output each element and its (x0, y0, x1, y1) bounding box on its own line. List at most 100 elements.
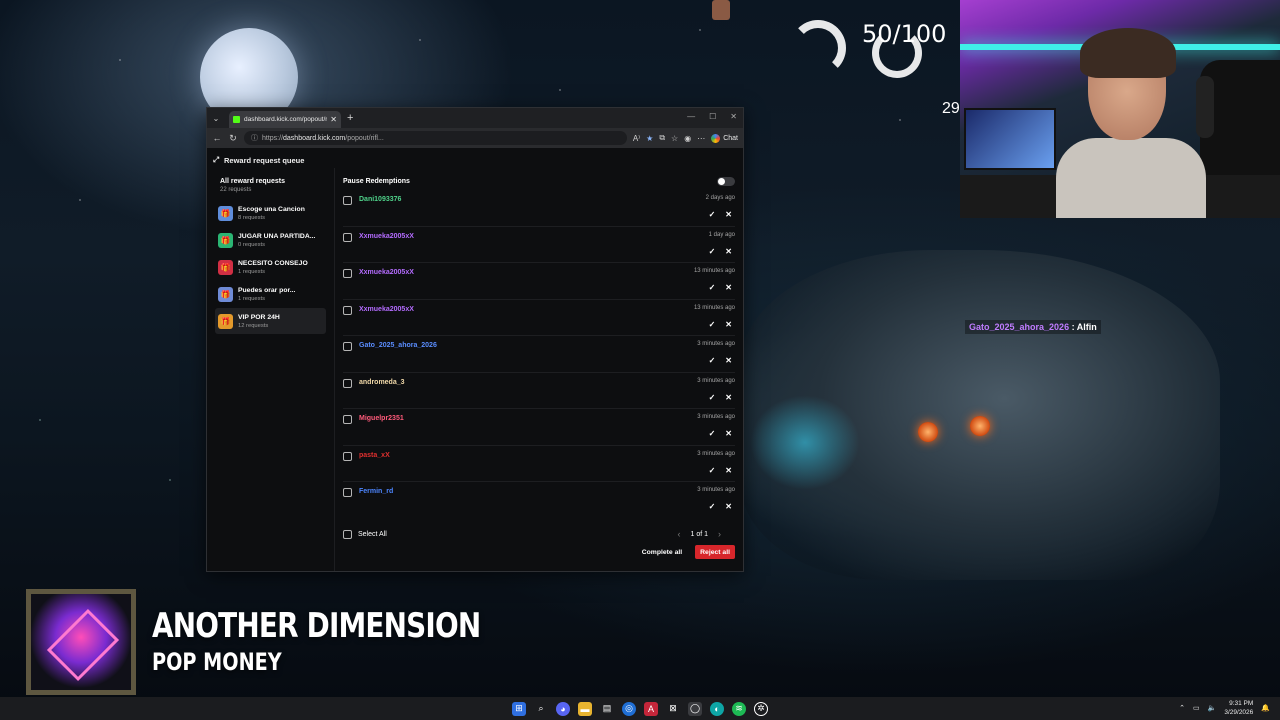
select-all-label: Select All (358, 531, 387, 538)
browser-tab-title: dashboard.kick.com/popout/rifle... (244, 116, 328, 123)
copilot-chat-label: Chat (723, 134, 738, 142)
request-username[interactable]: Gato_2025_ahora_2026 (359, 342, 437, 349)
sidebar-item-necesito-consejo[interactable]: 🎁 NECESITO CONSEJO 1 requests (215, 254, 326, 280)
close-window-icon[interactable]: ✕ (730, 112, 737, 121)
request-checkbox[interactable] (343, 378, 352, 388)
browser-tab[interactable]: dashboard.kick.com/popout/rifle... ✕ (229, 111, 341, 128)
elgato-icon[interactable]: ▤ (600, 702, 614, 716)
request-username[interactable]: pasta_xX (359, 452, 390, 459)
capture-icon[interactable]: ⊠ (666, 702, 680, 716)
request-checkbox[interactable] (343, 196, 352, 205)
tab-list-dropdown-icon[interactable]: ⌄ (207, 114, 225, 123)
approve-check-icon[interactable]: ✓ (709, 429, 716, 438)
edge-icon[interactable]: ◐ (710, 701, 724, 716)
reload-icon[interactable]: ↻ (228, 133, 238, 144)
approve-check-icon[interactable]: ✓ (709, 210, 716, 219)
tab-close-icon[interactable]: ✕ (330, 115, 337, 124)
search-icon[interactable]: ⌕ (534, 702, 548, 716)
site-info-icon[interactable]: ⓘ (251, 133, 258, 143)
obs-icon[interactable]: ◎ (622, 701, 636, 716)
select-all-checkbox[interactable] (343, 530, 352, 539)
sidebar-item-escoge-cancion[interactable]: 🎁 Escoge una Cancion 8 requests (215, 200, 326, 226)
copilot-chat-button[interactable]: Chat (711, 133, 738, 143)
reject-x-icon[interactable]: ✕ (725, 393, 732, 402)
url-host: dashboard.kick.com (283, 134, 346, 142)
prev-page-icon[interactable]: ‹ (677, 529, 680, 539)
taskbar: ⊞ ⌕ ◕ ▬ ▤ ◎ A ⊠ ◯ ◐ ≋ ✲ ⌃ ▭ 🔈 9:31 PM 3/… (0, 697, 1280, 720)
windows-start-icon[interactable]: ⊞ (512, 701, 526, 716)
request-username[interactable]: Xxmueka2005xX (359, 306, 414, 313)
reward-gift-icon: 🎁 (218, 259, 233, 275)
read-aloud-icon[interactable]: A⁾ (633, 134, 640, 143)
request-username[interactable]: Xxmueka2005xX (359, 269, 414, 276)
discord-icon[interactable]: ◕ (556, 701, 570, 716)
sidebar-item-vip-24h[interactable]: 🎁 VIP POR 24H 12 requests (215, 308, 326, 334)
chatgpt-icon[interactable]: ✲ (754, 701, 768, 716)
approve-check-icon[interactable]: ✓ (709, 320, 716, 329)
now-playing-artist: POP MONEY (152, 648, 282, 676)
file-explorer-icon[interactable]: ▬ (578, 701, 592, 716)
sidebar-item-jugar-partida[interactable]: 🎁 JUGAR UNA PARTIDA... 0 requests (215, 227, 326, 253)
request-username[interactable]: Dani1093376 (359, 196, 401, 203)
sidebar-item-label: VIP POR 24H (238, 313, 280, 321)
minimize-icon[interactable]: — (687, 112, 695, 121)
reject-x-icon[interactable]: ✕ (725, 283, 732, 292)
request-username[interactable]: Miguelpr2351 (359, 415, 404, 422)
request-username[interactable]: andromeda_3 (359, 379, 405, 386)
back-icon[interactable]: ← (212, 133, 222, 143)
reject-x-icon[interactable]: ✕ (725, 320, 732, 329)
sidebar-all-requests[interactable]: All reward requests 22 requests (215, 172, 326, 193)
reject-x-icon[interactable]: ✕ (725, 356, 732, 365)
request-checkbox[interactable] (343, 415, 352, 424)
maximize-icon[interactable]: ☐ (709, 112, 716, 121)
request-time: 2 days ago (705, 195, 735, 201)
reject-x-icon[interactable]: ✕ (725, 466, 732, 475)
webcam-person-body (1056, 138, 1206, 218)
reject-all-button[interactable]: Reject all (695, 545, 735, 559)
request-username[interactable]: Fermin_rd (359, 488, 393, 495)
approve-check-icon[interactable]: ✓ (709, 466, 716, 475)
approve-check-icon[interactable]: ✓ (709, 247, 716, 256)
request-checkbox[interactable] (343, 269, 352, 278)
album-art-image (31, 594, 131, 690)
approve-check-icon[interactable]: ✓ (709, 393, 716, 402)
sidebar-item-label: NECESITO CONSEJO (238, 259, 308, 267)
tray-chevron-icon[interactable]: ⌃ (1179, 704, 1185, 712)
request-checkbox[interactable] (343, 305, 352, 315)
request-checkbox[interactable] (343, 451, 352, 461)
request-username[interactable]: Xxmueka2005xX (359, 233, 414, 240)
spotify-icon[interactable]: ≋ (732, 701, 746, 716)
clock[interactable]: 9:31 PM 3/29/2026 (1224, 699, 1253, 717)
reject-x-icon[interactable]: ✕ (725, 429, 732, 438)
request-checkbox[interactable] (343, 488, 352, 497)
request-checkbox[interactable] (343, 342, 352, 351)
reject-x-icon[interactable]: ✕ (725, 210, 732, 219)
tab-bar: ⌄ dashboard.kick.com/popout/rifle... ✕ +… (207, 108, 743, 128)
favorite-star-icon[interactable]: ★ (646, 134, 653, 143)
approve-check-icon[interactable]: ✓ (709, 502, 716, 511)
approve-check-icon[interactable]: ✓ (709, 283, 716, 292)
request-checkbox[interactable] (343, 232, 352, 242)
pause-redemptions-toggle[interactable] (717, 176, 735, 186)
opera-icon[interactable]: ◯ (688, 701, 702, 716)
profile-icon[interactable]: ◉ (684, 134, 691, 143)
adobe-icon[interactable]: A (644, 701, 658, 716)
new-tab-icon[interactable]: + (347, 112, 353, 124)
extensions-icon[interactable]: ⧉ (659, 133, 665, 143)
network-icon[interactable]: ▭ (1193, 704, 1200, 712)
volume-icon[interactable]: 🔈 (1208, 704, 1217, 712)
complete-all-button[interactable]: Complete all (637, 545, 687, 559)
sidebar-item-puedes-orar[interactable]: 🎁 Puedes orar por... 1 requests (215, 281, 326, 307)
notification-bell-icon[interactable]: 🔔 (1261, 704, 1270, 712)
favorites-icon[interactable]: ☆ (671, 134, 678, 143)
next-page-icon[interactable]: › (718, 529, 721, 539)
url-field[interactable]: ⓘ https://dashboard.kick.com/popout/rifl… (244, 131, 627, 145)
request-time: 3 minutes ago (697, 450, 735, 457)
sidebar-item-count: 1 requests (238, 268, 266, 275)
reject-x-icon[interactable]: ✕ (725, 247, 732, 256)
url-path: /popout/rifl... (345, 134, 384, 142)
reject-x-icon[interactable]: ✕ (725, 502, 732, 511)
select-all[interactable]: Select All (343, 530, 735, 539)
approve-check-icon[interactable]: ✓ (709, 356, 716, 365)
more-menu-icon[interactable]: ⋯ (697, 134, 705, 143)
